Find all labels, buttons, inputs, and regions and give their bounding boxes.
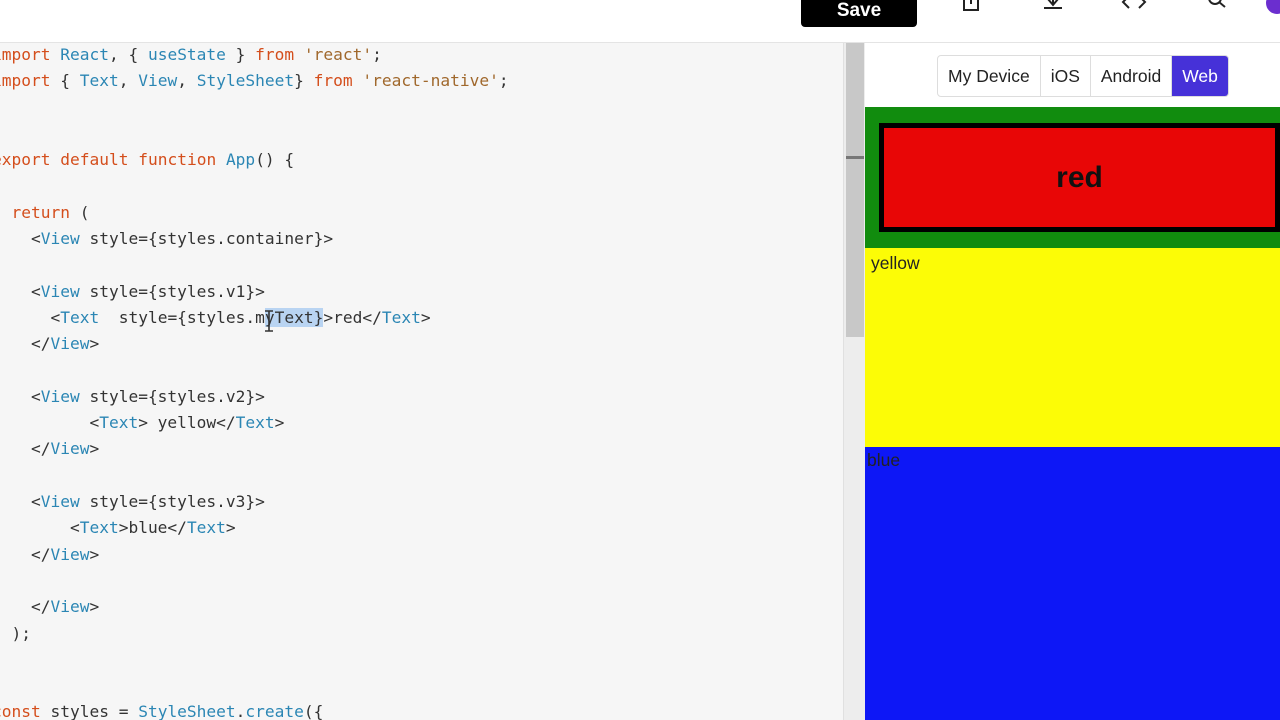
code-line-22: </View>: [30, 597, 100, 617]
code-line-19: <Text>blue</Text>: [0, 518, 236, 538]
preview-view-v3: blue: [865, 447, 1280, 720]
code-line-8: <View style={styles.container}>: [30, 229, 334, 249]
preview-yellow-text: yellow: [871, 253, 920, 273]
preview-blue-text: blue: [867, 450, 901, 470]
code-line-10: <View style={styles.v1}>: [30, 281, 265, 301]
code-line-23: );: [11, 623, 31, 643]
code-line-2: import { Text, View, StyleSheet} from 'r…: [0, 71, 509, 91]
editor-scrollbar[interactable]: [843, 43, 866, 720]
code-line-5: export default function App() {: [0, 150, 295, 170]
preview-panel: My Device iOS Android Web red yellow blu…: [865, 43, 1280, 720]
scrollbar-thumb[interactable]: [846, 43, 864, 337]
save-button[interactable]: Save: [801, 0, 917, 27]
code-line-15: <Text> yellow</Text>: [0, 413, 285, 433]
code-line-1: import React, { useState } from 'react';: [0, 45, 382, 64]
platform-tabs: My Device iOS Android Web: [937, 55, 1229, 97]
code-line-24: }: [0, 650, 2, 669]
code-text[interactable]: import React, { useState } from 'react';…: [0, 43, 509, 720]
code-line-7: return (: [11, 202, 90, 222]
code-line-20: </View>: [30, 544, 100, 564]
preview-red-text-box: red: [879, 123, 1280, 232]
code-icon[interactable]: [1121, 0, 1147, 14]
tab-ios[interactable]: iOS: [1041, 56, 1091, 96]
code-line-16: </View>: [30, 439, 100, 459]
tab-android[interactable]: Android: [1091, 56, 1173, 96]
code-editor[interactable]: import React, { useState } from 'react';…: [0, 43, 843, 720]
search-icon[interactable]: [1204, 0, 1230, 14]
preview-view-v1: red: [865, 107, 1280, 248]
code-line-18: <View style={styles.v3}>: [30, 492, 265, 512]
code-line-14: <View style={styles.v2}>: [30, 386, 265, 406]
top-toolbar: Save: [0, 0, 1280, 43]
share-icon[interactable]: [958, 0, 984, 14]
download-icon[interactable]: [1040, 0, 1066, 14]
code-line-26: const styles = StyleSheet.create({: [0, 702, 324, 720]
tab-my-device[interactable]: My Device: [938, 56, 1041, 96]
avatar[interactable]: [1266, 0, 1280, 14]
preview-red-text: red: [1056, 160, 1103, 194]
scrollbar-marker: [846, 156, 864, 159]
code-line-11: <Text style={styles.myText}>red</Text>: [50, 307, 431, 327]
tab-web[interactable]: Web: [1172, 56, 1228, 96]
text-cursor-icon: [265, 310, 273, 332]
preview-view-v2: yellow: [865, 248, 1280, 447]
code-line-12: </View>: [30, 334, 100, 354]
